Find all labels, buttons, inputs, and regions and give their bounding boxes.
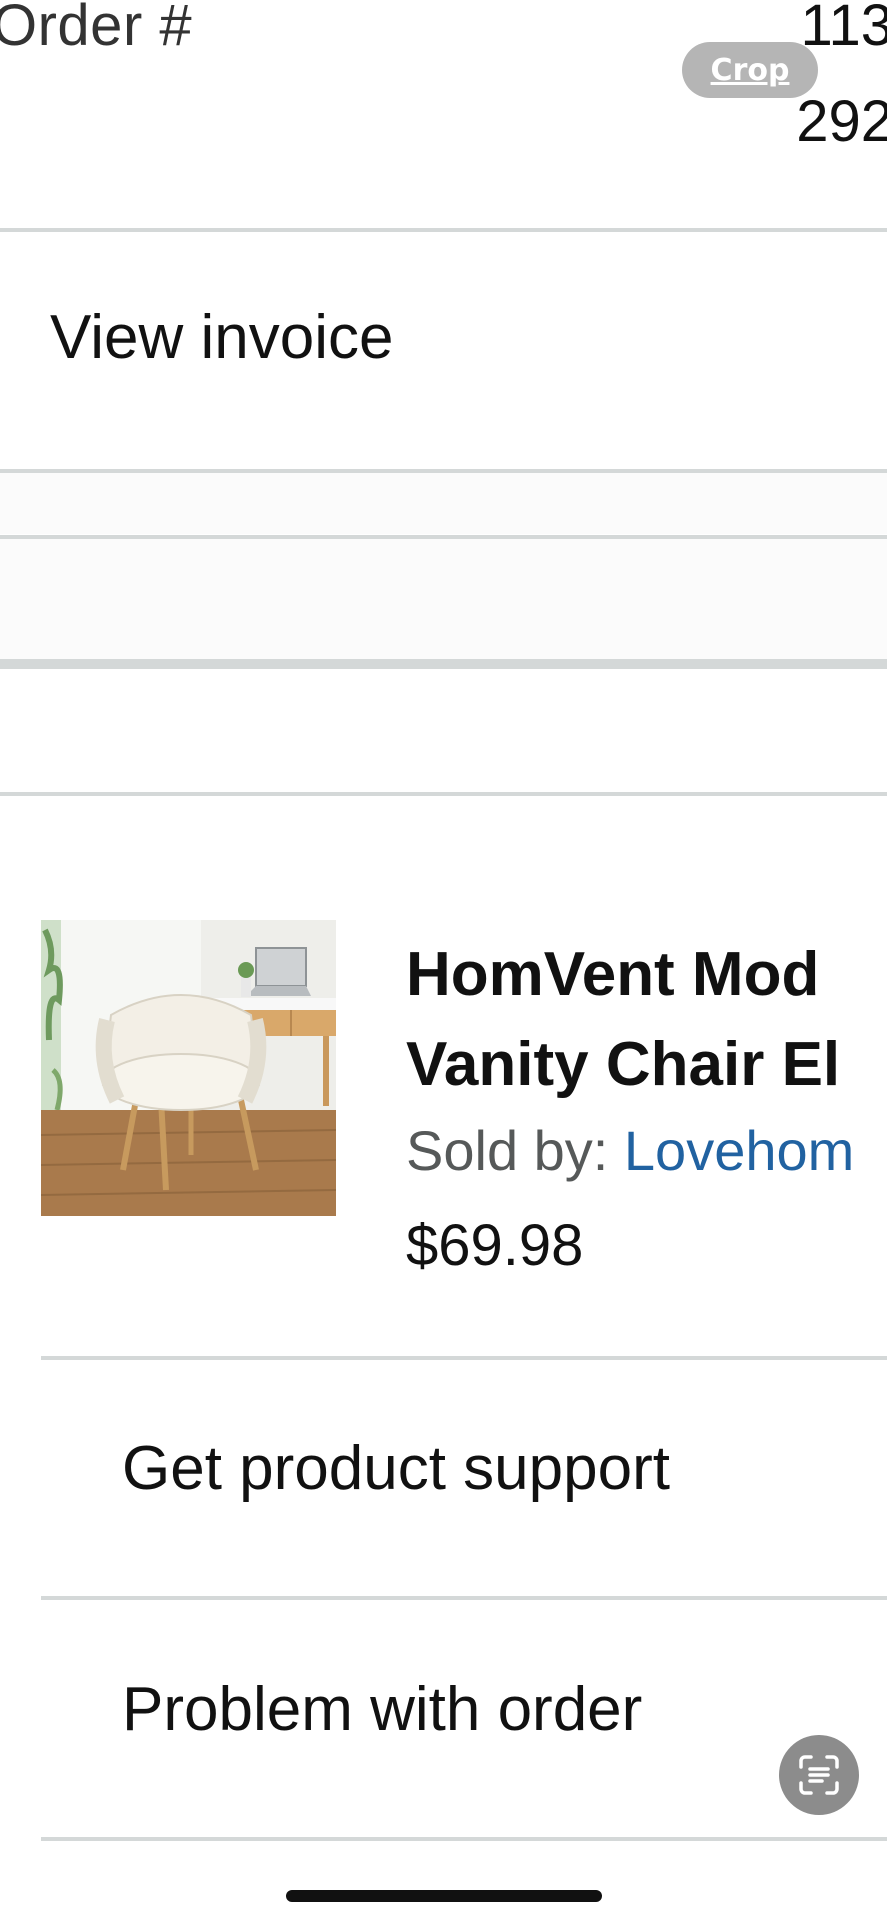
sold-by: Sold by: Lovehom <box>406 1118 854 1183</box>
order-number-label: Order # <box>0 0 193 58</box>
empty-row <box>0 539 887 659</box>
product-price: $69.98 <box>406 1213 584 1278</box>
order-number-line-2: 292 <box>796 89 887 154</box>
divider <box>41 1356 887 1360</box>
divider <box>0 792 887 796</box>
sold-by-label: Sold by: <box>406 1119 624 1182</box>
order-number-line-1: 113 <box>800 0 887 58</box>
spacer-band <box>0 473 887 534</box>
problem-with-order-link[interactable]: Problem with order <box>122 1674 642 1745</box>
seller-link[interactable]: Lovehom <box>624 1119 854 1182</box>
view-invoice-link[interactable]: View invoice <box>50 302 393 373</box>
product-title-line-2: Vanity Chair El <box>406 1030 841 1099</box>
chair-photo-icon <box>41 920 336 1216</box>
home-indicator[interactable] <box>286 1890 602 1902</box>
divider <box>0 228 887 232</box>
crop-button[interactable]: Crop <box>682 42 818 98</box>
product-title[interactable]: HomVent Mod Vanity Chair El <box>406 930 840 1110</box>
product-title-line-1: HomVent Mod <box>406 940 820 1009</box>
get-product-support-link[interactable]: Get product support <box>122 1433 670 1504</box>
product-image[interactable] <box>41 920 336 1216</box>
divider <box>41 1596 887 1600</box>
text-scan-icon <box>799 1755 839 1795</box>
section-divider <box>0 659 887 669</box>
divider <box>41 1837 887 1841</box>
order-details-screen: Order # 113 292 Crop View invoice HomVen… <box>0 0 887 1920</box>
text-scan-button[interactable] <box>779 1735 859 1815</box>
